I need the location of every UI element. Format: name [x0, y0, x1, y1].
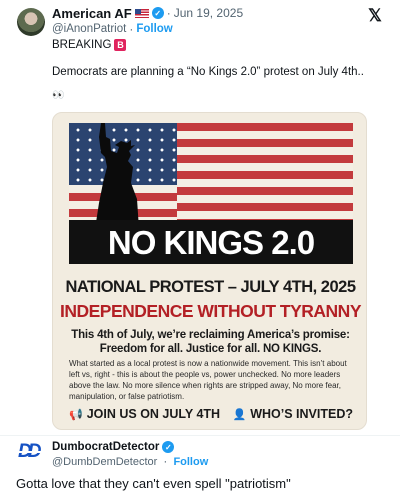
tweet-text: Democrats are planning a “No Kings 2.0” … — [52, 66, 364, 78]
invited-item: 👤 WHO’S INVITED? — [233, 407, 353, 421]
flag-stripes — [177, 123, 353, 229]
eyes-emoji: 👀 — [52, 90, 65, 101]
american-flag-graphic — [69, 123, 353, 229]
poster-body-text: What started as a local protest is now a… — [69, 359, 347, 401]
follow-button[interactable]: Follow — [136, 23, 172, 35]
poster-title: NO KINGS 2.0 — [69, 220, 353, 264]
megaphone-icon: 📢 — [69, 408, 83, 421]
person-icon: 👤 — [232, 408, 247, 421]
author-handle-row: @iAnonPatriot · Follow — [52, 22, 173, 36]
poster-reclaim-text: This 4th of July, we’re reclaiming Ameri… — [53, 328, 366, 356]
separator-dot: · — [163, 454, 168, 468]
reply-author-name[interactable]: DumbocratDetector — [52, 441, 159, 453]
author-name[interactable]: American AF — [52, 6, 132, 21]
separator-dot: · — [166, 6, 171, 20]
reclaim-line-1: This 4th of July, we’re reclaiming Ameri… — [71, 329, 350, 341]
reply-follow-button[interactable]: Follow — [173, 456, 208, 468]
statue-of-liberty-icon — [95, 123, 139, 229]
join-label: JOIN US ON JULY 4TH — [86, 407, 221, 421]
breaking-line: BREAKING B — [52, 39, 127, 51]
divider — [0, 435, 400, 436]
breaking-badge-icon: B — [114, 39, 127, 51]
us-flag-icon — [134, 8, 149, 18]
poster-headline: INDEPENDENCE WITHOUT TYRANNY — [59, 301, 362, 321]
verified-badge-icon: ✓ — [151, 7, 164, 19]
poster-join-row: 📢 JOIN US ON JULY 4TH 👤 WHO’S INVITED? — [69, 407, 353, 421]
poster-image[interactable]: NO KINGS 2.0 NATIONAL PROTEST – JULY 4TH… — [52, 112, 367, 430]
reply-text: Gotta love that they can't even spell "p… — [16, 476, 291, 491]
breaking-label: BREAKING — [52, 39, 112, 51]
reclaim-line-2: Freedom for all. Justice for all. NO KIN… — [99, 343, 322, 355]
tweet-date[interactable]: Jun 19, 2025 — [174, 6, 243, 20]
verified-badge-icon: ✓ — [162, 441, 175, 453]
x-logo-icon[interactable]: 𝕏 — [367, 7, 383, 24]
reply-header: DD DumbocratDetector ✓ @DumbDemDetector … — [0, 438, 400, 468]
separator-dot: · — [129, 22, 134, 36]
author-name-row: American AF ✓ · Jun 19, 2025 — [52, 5, 243, 21]
reply-author-handle[interactable]: @DumbDemDetector — [52, 456, 157, 468]
poster-subtitle: NATIONAL PROTEST – JULY 4TH, 2025 — [65, 278, 356, 296]
join-item: 📢 JOIN US ON JULY 4TH — [69, 407, 220, 421]
reply-handle-row: @DumbDemDetector · Follow — [52, 454, 208, 468]
reply-name-row: DumbocratDetector ✓ — [52, 441, 175, 453]
author-handle[interactable]: @iAnonPatriot — [52, 23, 126, 35]
dumbocrat-detector-logo[interactable]: DD — [18, 441, 46, 463]
invited-label: WHO’S INVITED? — [250, 407, 353, 421]
tweet-header: American AF ✓ · Jun 19, 2025 @iAnonPatri… — [8, 5, 392, 37]
author-avatar[interactable] — [17, 8, 45, 36]
